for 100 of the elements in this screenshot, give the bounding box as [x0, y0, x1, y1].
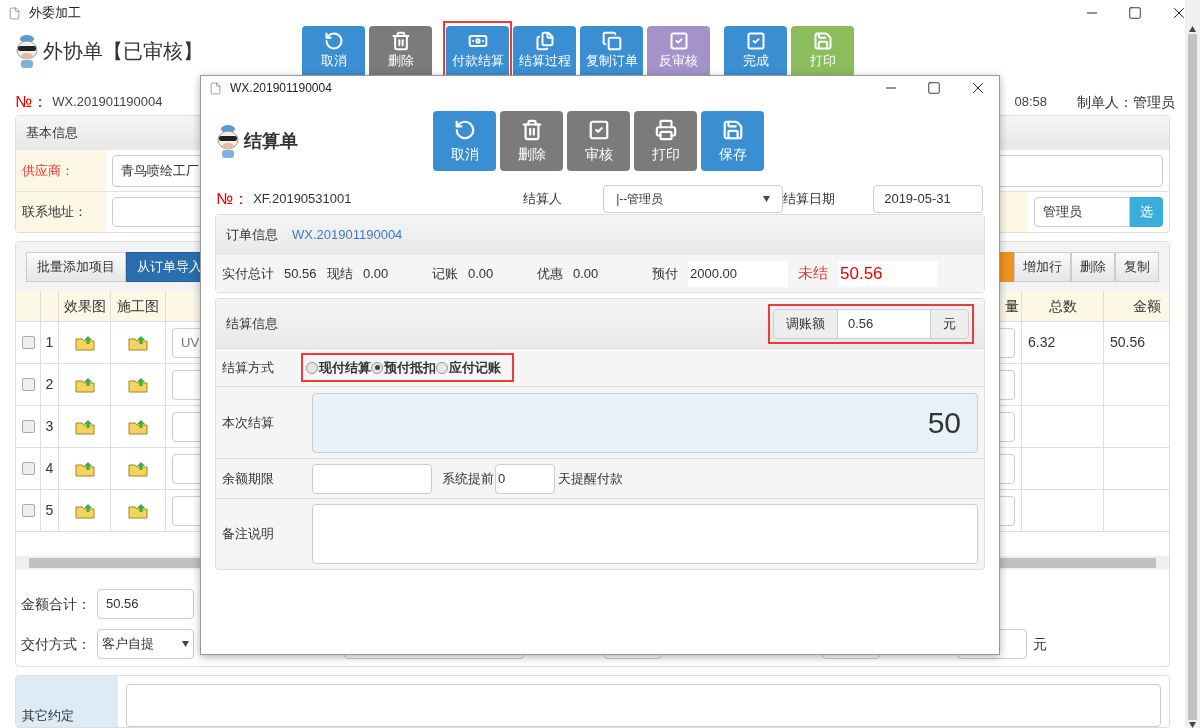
settler-select[interactable]: |--管理员 [603, 185, 784, 213]
unit-text: 元 [930, 308, 969, 339]
summary-label: 预付 [652, 264, 678, 283]
folder-upload-icon[interactable] [128, 418, 148, 435]
folder-upload-icon[interactable] [74, 376, 95, 393]
tab-button[interactable]: 批量添加项目 [26, 251, 126, 282]
field-label: 结算日期 [783, 190, 837, 209]
date-field[interactable]: 2019-05-31 [873, 185, 984, 213]
agreement-field[interactable] [126, 684, 1161, 727]
folder-upload-icon[interactable] [128, 460, 148, 477]
folder-upload-icon[interactable] [74, 418, 95, 435]
field-label: 系统提前 [442, 469, 494, 488]
dropdown-arrow-icon [763, 196, 771, 202]
deadline-field[interactable] [312, 463, 432, 494]
field-label: 联系地址： [22, 203, 87, 222]
unsettled-label: 未结 [798, 263, 828, 284]
adjust-label: 调账额 [773, 308, 838, 339]
folder-upload-icon[interactable] [74, 334, 95, 351]
current-amount-field[interactable]: 50 [312, 392, 978, 453]
mascot-logo [15, 33, 39, 69]
unit-text: 元 [1033, 634, 1047, 654]
field-label: 余额期限 [222, 469, 275, 488]
dialog-heading: 结算单 [244, 129, 298, 153]
dialog-toolbar-button[interactable]: 取消 [433, 111, 496, 171]
row-checkbox[interactable] [21, 378, 35, 391]
printer-icon [654, 119, 677, 141]
row-number: 5 [45, 501, 54, 520]
column-header: 施工图 [117, 296, 159, 316]
adjust-field[interactable]: 0.56 [838, 308, 930, 339]
panel-title: 结算信息 [226, 314, 278, 333]
order-number: WX.201901190004 [52, 93, 164, 112]
order-link[interactable]: WX.201901190004 [292, 225, 403, 245]
action-button[interactable]: 增加行 [1014, 251, 1071, 282]
folder-upload-icon[interactable] [74, 502, 95, 519]
settlement-number: XF.20190531001 [253, 190, 353, 209]
handler-field[interactable]: 管理员 [1034, 197, 1130, 227]
field-label: 结算方式 [222, 358, 275, 377]
undo-icon [323, 31, 344, 51]
field-label: 供应商： [22, 161, 74, 180]
summary-label: 现结 [327, 264, 353, 283]
dialog-toolbar-button[interactable]: 审核 [567, 111, 630, 171]
summary-label: 实付总计 [222, 264, 274, 283]
radio-button[interactable] [436, 361, 448, 374]
summary-label: 优惠 [537, 264, 563, 283]
page-title: 外协单【已审核】 [43, 39, 203, 64]
trash-icon [390, 31, 411, 51]
radio-option[interactable]: 现付结算 [306, 357, 371, 378]
dialog-title: WX.201901190004 [230, 80, 333, 97]
row-checkbox[interactable] [21, 462, 35, 475]
folder-upload-icon[interactable] [128, 334, 148, 351]
row-checkbox[interactable] [21, 504, 35, 517]
unsettled-field[interactable]: 50.56 [838, 260, 938, 287]
prepaid-field[interactable]: 2000.00 [688, 260, 788, 287]
number-label: №： [216, 189, 250, 209]
action-button[interactable]: 删除 [1071, 251, 1115, 282]
row-checkbox[interactable] [21, 420, 35, 433]
creator-text: 制单人：管理员 [1077, 92, 1175, 112]
maximize-icon[interactable] [927, 81, 941, 95]
remark-field[interactable] [312, 504, 978, 564]
checkbox-icon [745, 31, 766, 51]
radio-option[interactable]: 预付抵扣 [371, 357, 436, 378]
dialog-toolbar-button[interactable]: 删除 [500, 111, 563, 171]
folder-upload-icon[interactable] [74, 460, 95, 477]
dialog-toolbar-button[interactable]: 打印 [634, 111, 697, 171]
table-cell-text: 6.32 [1028, 333, 1056, 352]
undo-icon [453, 119, 476, 141]
action-button[interactable]: 复制 [1115, 251, 1159, 282]
scroll-down-icon [1189, 722, 1196, 728]
field-label: 备注说明 [222, 525, 275, 544]
field-label: 金额合计： [21, 594, 92, 614]
checkbox-icon [587, 119, 610, 141]
amount-field[interactable]: 50.56 [97, 589, 194, 619]
folder-upload-icon[interactable] [128, 376, 148, 393]
window-title: 外委加工 [29, 4, 81, 23]
checkbox-icon [668, 31, 689, 51]
summary-value: 50.56 [284, 264, 317, 283]
panel-title: 基本信息 [26, 124, 78, 143]
row-number: 2 [45, 375, 54, 394]
delivery-select[interactable]: 客户自提 [97, 629, 194, 659]
time-text: 08:58 [1014, 93, 1047, 112]
summary-value: 0.00 [468, 264, 494, 283]
row-checkbox[interactable] [21, 336, 35, 349]
floppy-icon [812, 31, 833, 51]
folder-upload-icon[interactable] [128, 502, 148, 519]
scroll-up-icon [1189, 26, 1196, 32]
maximize-icon[interactable] [1128, 6, 1142, 20]
radio-button[interactable] [306, 361, 318, 374]
summary-label: 记账 [432, 264, 458, 283]
vertical-scrollbar[interactable] [1185, 0, 1200, 728]
row-number: 4 [45, 459, 54, 478]
document-icon [209, 81, 222, 95]
field-label: 本次结算 [222, 413, 275, 432]
dropdown-arrow-icon [182, 641, 189, 647]
summary-value: 0.00 [363, 264, 389, 283]
days-field[interactable]: 0 [495, 463, 555, 494]
radio-button[interactable] [371, 361, 383, 374]
dialog-toolbar-button[interactable]: 保存 [701, 111, 764, 171]
field-label: 交付方式： [21, 634, 92, 654]
summary-value: 0.00 [573, 264, 599, 283]
radio-option[interactable]: 应付记账 [436, 357, 501, 378]
